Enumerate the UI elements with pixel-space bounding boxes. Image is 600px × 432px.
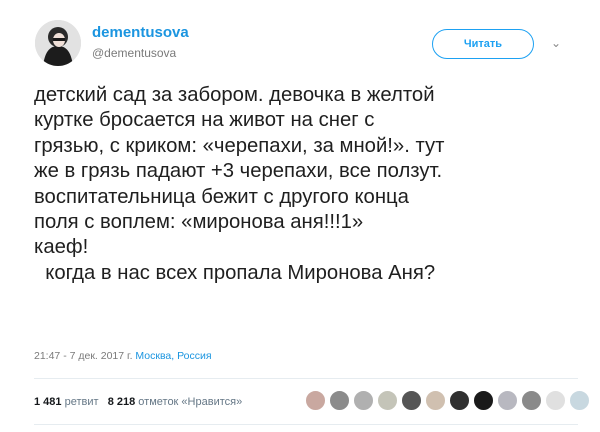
chevron-down-icon[interactable]: ⌄ <box>551 36 561 50</box>
avatar[interactable] <box>35 20 81 66</box>
tweet-text: детский сад за забором. девочка в желтой… <box>34 84 445 284</box>
tweet-location[interactable]: Москва, Россия <box>135 350 211 362</box>
liker-avatar[interactable] <box>545 390 566 411</box>
like-count[interactable]: 8 218 <box>108 396 136 408</box>
profile-photo-icon <box>35 20 81 66</box>
tweet-stats: 1 481 ретвит 8 218 отметок «Нравится» <box>34 396 242 408</box>
like-label[interactable]: отметок «Нравится» <box>138 396 242 408</box>
liker-avatar[interactable] <box>305 390 326 411</box>
liker-avatar[interactable] <box>401 390 422 411</box>
tweet-timestamp[interactable]: 21:47 - 7 дек. 2017 г. <box>34 350 135 362</box>
liker-avatar[interactable] <box>377 390 398 411</box>
user-handle[interactable]: @dementusova <box>92 46 176 60</box>
follow-button[interactable]: Читать <box>432 29 534 59</box>
liker-avatar[interactable] <box>569 390 590 411</box>
liker-avatar[interactable] <box>425 390 446 411</box>
divider <box>34 378 578 379</box>
retweet-label[interactable]: ретвит <box>65 396 99 408</box>
retweet-count[interactable]: 1 481 <box>34 396 62 408</box>
liker-avatar[interactable] <box>521 390 542 411</box>
liker-avatars <box>305 390 593 411</box>
tweet-meta: 21:47 - 7 дек. 2017 г. Москва, Россия <box>34 350 212 362</box>
user-name[interactable]: dementusova <box>92 24 189 41</box>
liker-avatar[interactable] <box>449 390 470 411</box>
liker-avatar[interactable] <box>473 390 494 411</box>
liker-avatar[interactable] <box>329 390 350 411</box>
divider <box>34 424 578 425</box>
liker-avatar[interactable] <box>497 390 518 411</box>
liker-avatar[interactable] <box>353 390 374 411</box>
